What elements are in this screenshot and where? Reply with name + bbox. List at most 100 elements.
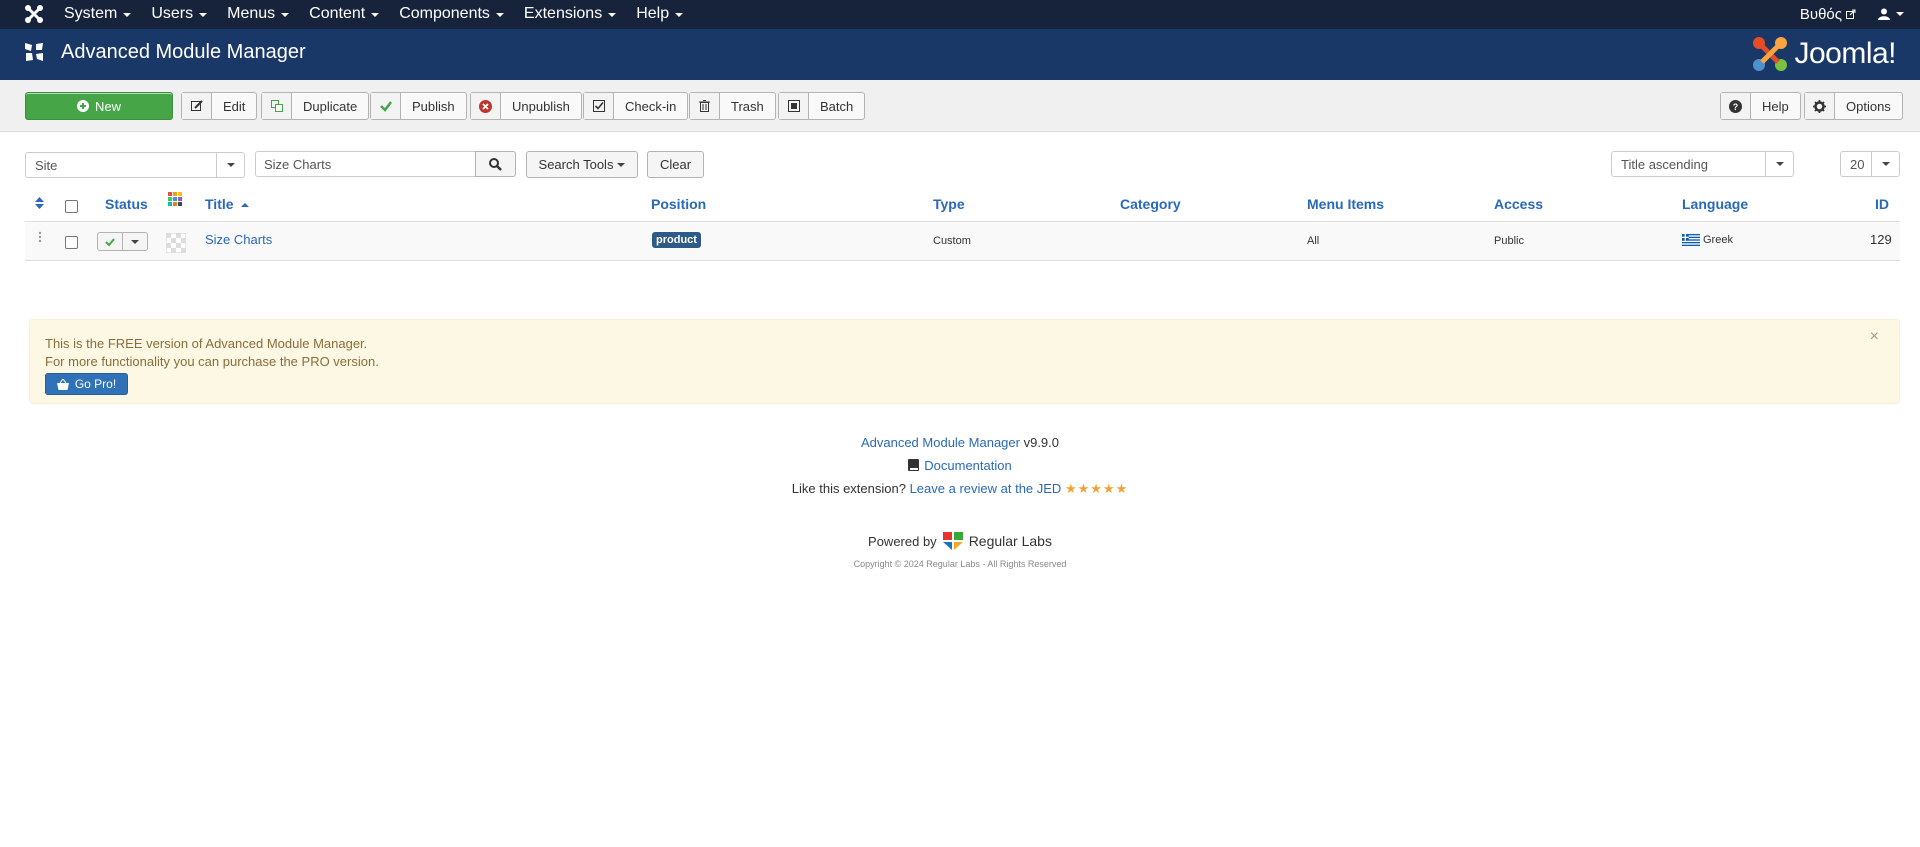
footer-version: Advanced Module Manager v9.9.0 bbox=[860, 435, 1060, 450]
duplicate-button[interactable]: Duplicate bbox=[261, 92, 370, 120]
gear-icon bbox=[1813, 99, 1826, 113]
row-language: Greek bbox=[1682, 234, 1733, 246]
menu-users[interactable]: Users bbox=[141, 0, 217, 28]
column-menu-items[interactable]: Menu Items bbox=[1307, 196, 1384, 212]
column-type[interactable]: Type bbox=[933, 196, 965, 212]
batch-icon bbox=[787, 100, 800, 112]
external-link-icon bbox=[1846, 9, 1856, 19]
user-icon bbox=[1878, 8, 1890, 20]
status-dropdown-icon[interactable] bbox=[123, 233, 147, 250]
joomla-logo-icon bbox=[1753, 37, 1788, 71]
column-status[interactable]: Status bbox=[105, 196, 148, 212]
new-button[interactable]: New bbox=[25, 92, 173, 120]
sort-ordering-icon[interactable] bbox=[35, 197, 44, 209]
chevron-down-icon bbox=[617, 162, 626, 167]
trash-button[interactable]: Trash bbox=[689, 92, 776, 120]
row-access: Public bbox=[1494, 235, 1524, 247]
footer-copyright: Copyright © 2024 Regular Labs - All Righ… bbox=[853, 559, 1067, 569]
top-navbar: System Users Menus Content Components Ex… bbox=[0, 0, 1920, 28]
book-icon bbox=[908, 459, 920, 471]
toolbar: New Edit Duplicate Publish Unpublish Che… bbox=[0, 80, 1920, 132]
chevron-down-icon bbox=[1775, 162, 1784, 166]
menu-system[interactable]: System bbox=[54, 0, 141, 28]
limit-select[interactable]: 20 bbox=[1840, 151, 1900, 177]
close-icon[interactable]: × bbox=[1870, 328, 1879, 346]
search-icon bbox=[489, 157, 502, 171]
product-link[interactable]: Advanced Module Manager bbox=[861, 435, 1020, 450]
documentation-link[interactable]: Documentation bbox=[924, 458, 1011, 473]
column-id[interactable]: ID bbox=[1875, 196, 1889, 212]
edit-icon bbox=[190, 100, 203, 111]
menu-menus[interactable]: Menus bbox=[217, 0, 299, 28]
footer-documentation: Documentation bbox=[0, 458, 1920, 473]
color-grid-icon[interactable] bbox=[168, 192, 182, 206]
menu-components[interactable]: Components bbox=[389, 0, 514, 28]
select-all-checkbox[interactable] bbox=[65, 200, 78, 213]
table-row: Size Charts product Custom All Public Gr… bbox=[25, 223, 1900, 261]
module-icon bbox=[25, 43, 43, 61]
help-button[interactable]: ? Help bbox=[1720, 92, 1801, 120]
row-checkbox[interactable] bbox=[65, 236, 78, 249]
clear-button[interactable]: Clear bbox=[647, 151, 704, 178]
footer-review: Like this extension? Leave a review at t… bbox=[791, 481, 1129, 496]
checkin-button[interactable]: Check-in bbox=[583, 92, 689, 120]
footer-powered: Powered by Regular Labs bbox=[868, 532, 1052, 550]
menu-help[interactable]: Help bbox=[626, 0, 693, 28]
search-input[interactable]: Size Charts bbox=[255, 151, 476, 177]
rating-stars-icon: ★★★★★ bbox=[1064, 481, 1129, 496]
chevron-down-icon bbox=[1881, 162, 1890, 166]
review-link[interactable]: Leave a review at the JED bbox=[910, 481, 1062, 496]
check-icon bbox=[379, 101, 392, 112]
search-button[interactable] bbox=[475, 151, 516, 177]
alert-line-2: For more functionality you can purchase … bbox=[45, 354, 379, 369]
transparent-color-icon[interactable] bbox=[166, 233, 186, 253]
row-menu-items: All bbox=[1307, 235, 1320, 247]
checkbox-icon bbox=[592, 100, 605, 112]
main-menu: System Users Menus Content Components Ex… bbox=[54, 0, 693, 28]
trash-icon bbox=[699, 100, 710, 112]
drag-handle-icon[interactable] bbox=[38, 231, 42, 243]
unpublish-button[interactable]: Unpublish bbox=[470, 92, 582, 120]
column-category[interactable]: Category bbox=[1120, 196, 1181, 212]
menu-extensions[interactable]: Extensions bbox=[514, 0, 626, 28]
unpublish-icon bbox=[479, 99, 492, 113]
company-name[interactable]: Regular Labs bbox=[969, 533, 1052, 549]
row-title-link[interactable]: Size Charts bbox=[205, 232, 272, 247]
svg-text:?: ? bbox=[1733, 102, 1739, 112]
basket-icon bbox=[56, 378, 69, 390]
alert-line-1: This is the FREE version of Advanced Mod… bbox=[45, 336, 368, 351]
search-tools-button[interactable]: Search Tools bbox=[526, 151, 638, 178]
regular-labs-logo-icon bbox=[942, 532, 963, 550]
status-toggle[interactable] bbox=[97, 232, 148, 251]
client-select[interactable]: Site bbox=[25, 152, 245, 178]
batch-button[interactable]: Batch bbox=[778, 92, 866, 120]
column-title[interactable]: Title bbox=[205, 196, 250, 212]
joomla-brand: Joomla! bbox=[1750, 34, 1896, 74]
options-button[interactable]: Options bbox=[1804, 92, 1903, 120]
sort-asc-icon bbox=[241, 203, 250, 208]
copy-icon bbox=[270, 100, 283, 112]
publish-button[interactable]: Publish bbox=[370, 92, 467, 120]
edit-button[interactable]: Edit bbox=[181, 92, 258, 120]
published-check-icon[interactable] bbox=[98, 233, 123, 250]
go-pro-button[interactable]: Go Pro! bbox=[45, 373, 128, 395]
column-language[interactable]: Language bbox=[1682, 196, 1748, 212]
row-id: 129 bbox=[1870, 232, 1892, 247]
page-title: Advanced Module Manager bbox=[61, 41, 306, 63]
ordering-select[interactable]: Title ascending bbox=[1611, 151, 1794, 177]
joomla-logo-icon[interactable] bbox=[24, 4, 44, 24]
question-icon: ? bbox=[1729, 99, 1742, 113]
row-type: Custom bbox=[933, 235, 971, 247]
chevron-down-icon bbox=[226, 163, 235, 167]
page-header: Advanced Module Manager Joomla! bbox=[0, 28, 1920, 80]
table-header: Status Title Position Type Category Menu… bbox=[25, 190, 1900, 222]
greek-flag-icon bbox=[1682, 234, 1700, 246]
column-access[interactable]: Access bbox=[1494, 196, 1543, 212]
column-position[interactable]: Position bbox=[651, 196, 706, 212]
menu-content[interactable]: Content bbox=[299, 0, 389, 28]
view-site-link[interactable]: Βυθός bbox=[1800, 6, 1856, 23]
position-badge[interactable]: product bbox=[652, 232, 701, 248]
user-menu[interactable] bbox=[1878, 8, 1904, 20]
free-version-alert: This is the FREE version of Advanced Mod… bbox=[29, 319, 1900, 404]
plus-circle-icon bbox=[76, 100, 89, 112]
